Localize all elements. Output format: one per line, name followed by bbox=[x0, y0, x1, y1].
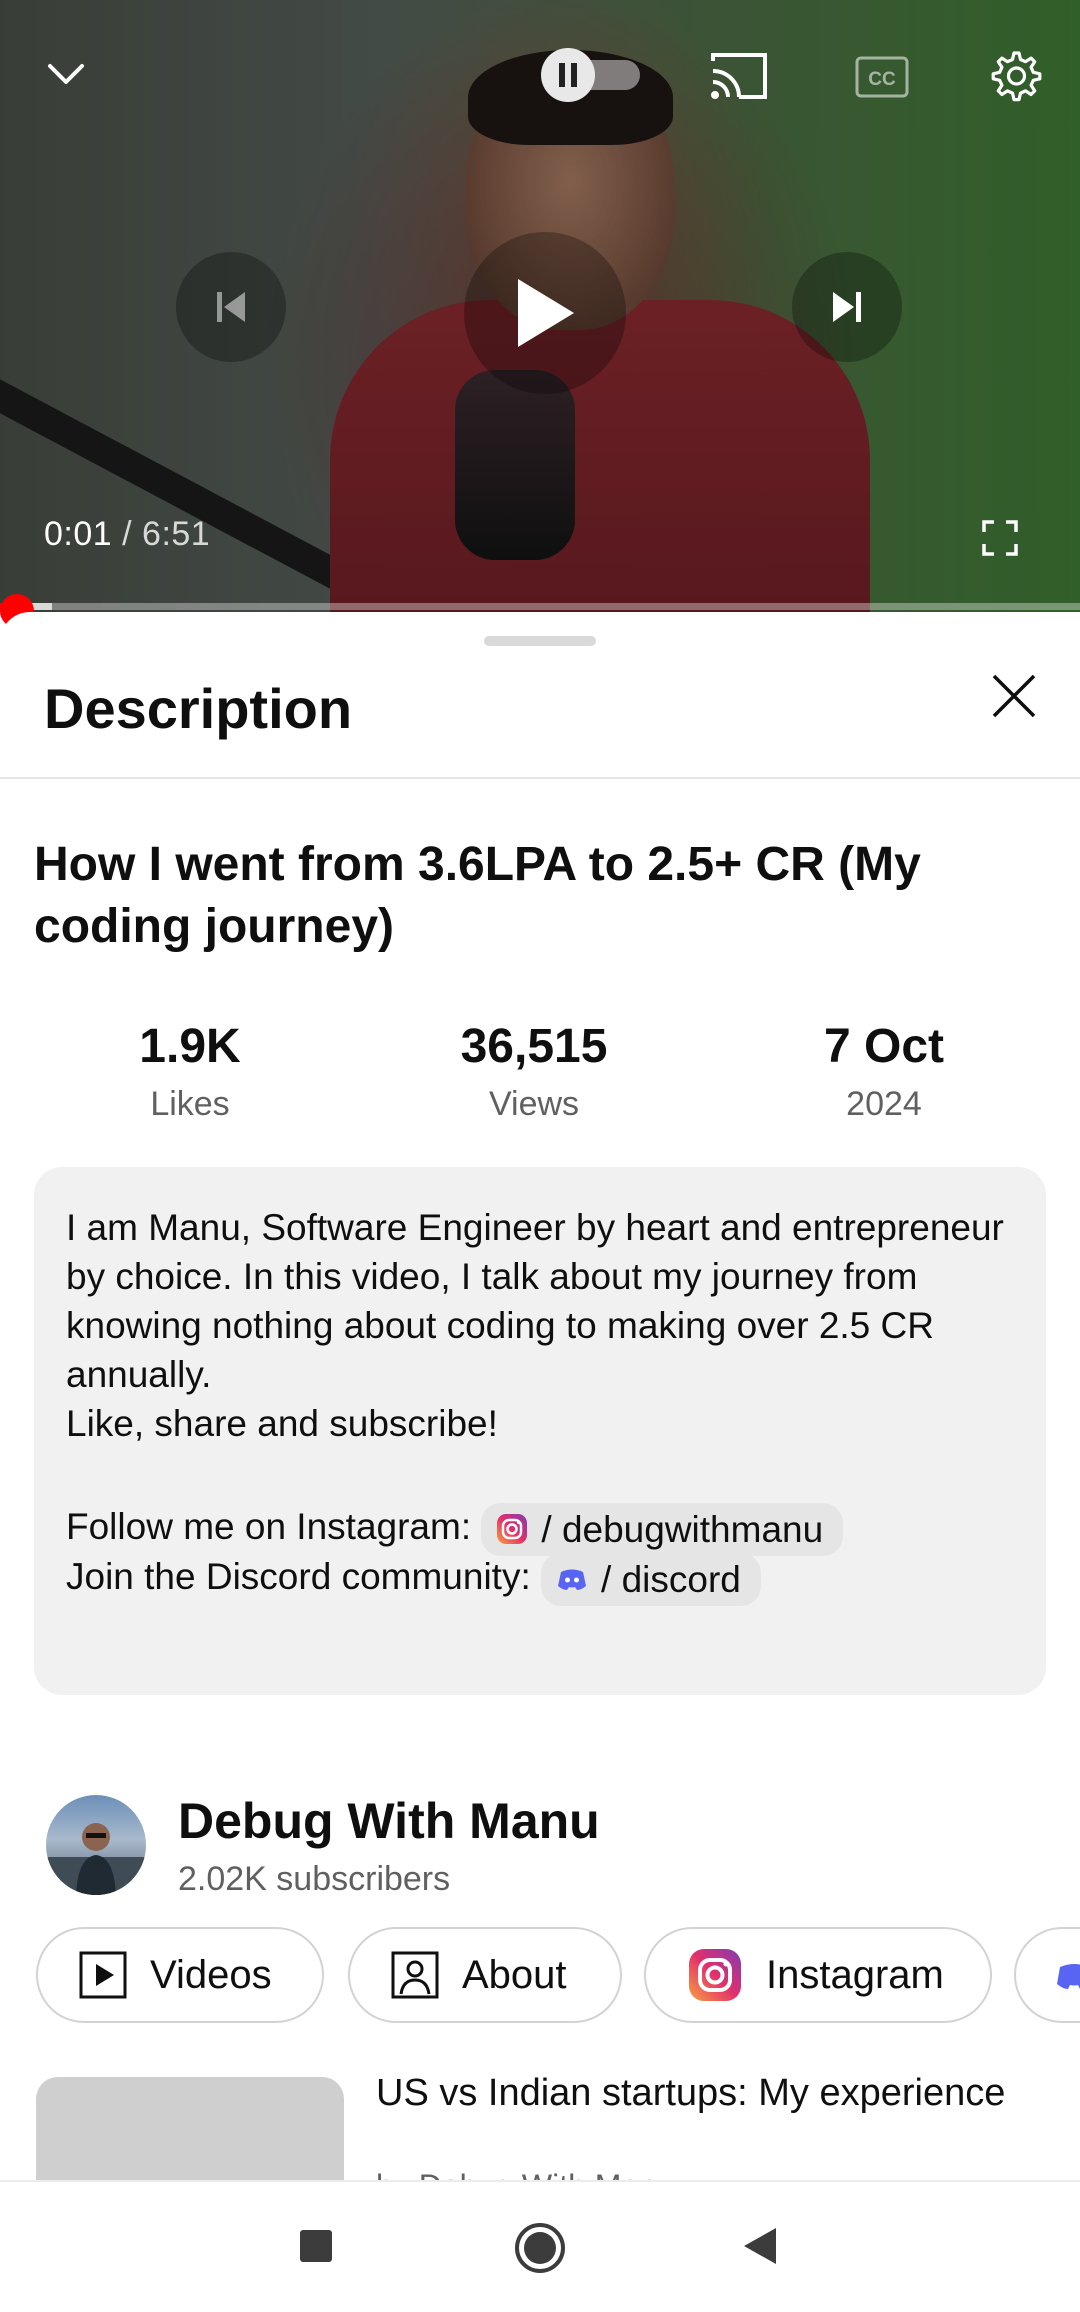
current-time: 0:01 bbox=[44, 515, 113, 553]
stat-views: 36,515 Views bbox=[384, 1017, 684, 1124]
autoplay-toggle[interactable] bbox=[540, 46, 642, 104]
system-navigation-bar bbox=[0, 2180, 1080, 2312]
tab-label: About bbox=[462, 1952, 567, 1997]
play-button[interactable] bbox=[464, 232, 626, 394]
stat-value: 1.9K bbox=[139, 1020, 241, 1073]
stat-label: 2024 bbox=[846, 1085, 922, 1123]
sheet-divider bbox=[0, 777, 1080, 779]
tab-discord-partial[interactable] bbox=[1014, 1927, 1080, 2023]
discord-link-text: / discord bbox=[601, 1558, 741, 1600]
svg-text:CC: CC bbox=[868, 69, 896, 90]
playback-time: 0:01 / 6:51 bbox=[44, 515, 210, 554]
next-video-button[interactable] bbox=[792, 252, 902, 362]
play-box-icon bbox=[79, 1951, 127, 1999]
stat-date: 7 Oct 2024 bbox=[734, 1017, 1034, 1124]
back-triangle-icon[interactable] bbox=[740, 2224, 780, 2268]
instagram-link-chip[interactable]: / debugwithmanu bbox=[481, 1502, 844, 1556]
stat-label: Likes bbox=[150, 1085, 230, 1123]
instagram-icon bbox=[497, 1514, 528, 1545]
instagram-link-text: / debugwithmanu bbox=[541, 1508, 824, 1550]
minimize-chevron-icon[interactable] bbox=[36, 44, 96, 104]
description-paragraph: Like, share and subscribe! bbox=[66, 1403, 498, 1444]
related-video-thumbnail[interactable] bbox=[36, 2077, 344, 2180]
fullscreen-icon[interactable] bbox=[974, 512, 1026, 564]
description-box: I am Manu, Software Engineer by heart an… bbox=[34, 1167, 1046, 1695]
tab-label: Instagram bbox=[766, 1952, 944, 1997]
discord-prefix: Join the Discord community: bbox=[66, 1556, 531, 1597]
recents-square-icon[interactable] bbox=[296, 2226, 336, 2266]
skip-previous-icon bbox=[217, 292, 245, 322]
tab-videos[interactable]: Videos bbox=[36, 1927, 324, 2023]
instagram-prefix: Follow me on Instagram: bbox=[66, 1506, 472, 1547]
drag-handle[interactable] bbox=[484, 636, 596, 646]
description-paragraph: I am Manu, Software Engineer by heart an… bbox=[66, 1207, 1004, 1395]
instagram-line: Follow me on Instagram: / debugwithmanu bbox=[66, 1501, 844, 1556]
related-video-title[interactable]: US vs Indian startups: My experience bbox=[376, 2070, 1036, 2117]
video-title: How I went from 3.6LPA to 2.5+ CR (My co… bbox=[34, 838, 921, 953]
discord-line: Join the Discord community: / discord bbox=[66, 1551, 761, 1606]
sheet-title: Description bbox=[44, 677, 353, 740]
progress-track[interactable] bbox=[0, 603, 1080, 610]
previous-video-button[interactable] bbox=[176, 252, 286, 362]
stat-value: 7 Oct bbox=[823, 1020, 945, 1073]
subscriber-count: 2.02K subscribers bbox=[178, 1860, 451, 1898]
tab-label: Videos bbox=[150, 1952, 272, 1997]
instagram-icon bbox=[689, 1949, 741, 2001]
stat-label: Views bbox=[488, 1085, 580, 1123]
discord-link-chip[interactable]: / discord bbox=[541, 1552, 761, 1606]
related-video-channel: by Debug With Manu bbox=[376, 2168, 675, 2180]
stat-value: 36,515 bbox=[460, 1020, 608, 1073]
stat-likes: 1.9K Likes bbox=[40, 1017, 340, 1124]
captions-icon[interactable]: CC bbox=[854, 54, 910, 100]
settings-gear-icon[interactable] bbox=[984, 46, 1044, 106]
channel-avatar[interactable] bbox=[46, 1795, 146, 1895]
tab-instagram[interactable]: Instagram bbox=[644, 1927, 992, 2023]
cast-icon[interactable] bbox=[708, 50, 770, 102]
description-sheet: Description How I went from 3.6LPA to 2.… bbox=[0, 612, 1080, 2180]
play-icon bbox=[518, 279, 574, 347]
person-box-icon bbox=[391, 1951, 439, 1999]
close-icon[interactable] bbox=[982, 664, 1046, 728]
tab-about[interactable]: About bbox=[348, 1927, 622, 2023]
skip-next-icon bbox=[833, 292, 861, 322]
video-player[interactable]: CC 0:01 / 6:51 bbox=[0, 0, 1080, 612]
time-separator: / bbox=[112, 515, 143, 553]
channel-name[interactable]: Debug With Manu bbox=[178, 1792, 600, 1850]
video-duration: 6:51 bbox=[142, 515, 211, 553]
discord-icon bbox=[558, 1569, 587, 1591]
discord-icon bbox=[1057, 1964, 1080, 1989]
home-circle-icon[interactable] bbox=[512, 2220, 568, 2276]
